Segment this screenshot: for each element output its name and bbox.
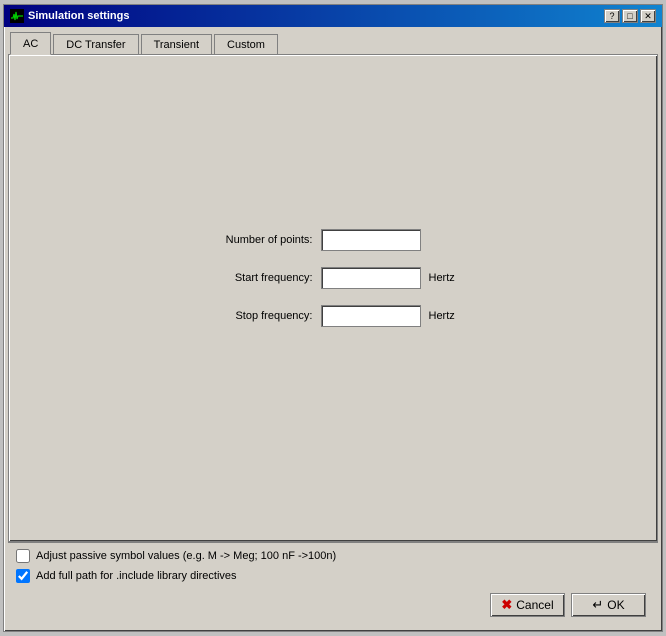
- tab-custom[interactable]: Custom: [214, 34, 278, 55]
- form-row-start-freq: Start frequency: Hertz: [203, 267, 464, 289]
- simulation-settings-window: Simulation settings ? □ ✕ AC DC Transfer…: [3, 4, 663, 632]
- ok-button[interactable]: ↵ OK: [571, 593, 646, 617]
- close-button[interactable]: ✕: [640, 9, 656, 23]
- start-freq-unit: Hertz: [429, 272, 464, 284]
- stop-freq-unit: Hertz: [429, 310, 464, 322]
- app-icon: [10, 9, 24, 23]
- button-row: ✖ Cancel ↵ OK: [16, 589, 650, 621]
- title-bar: Simulation settings ? □ ✕: [4, 5, 662, 27]
- title-bar-left: Simulation settings: [10, 9, 129, 23]
- window-content: AC DC Transfer Transient Custom Number o…: [4, 27, 662, 631]
- cancel-icon: ✖: [501, 597, 512, 613]
- tab-transient[interactable]: Transient: [141, 34, 212, 55]
- add-full-path-label: Add full path for .include library direc…: [36, 570, 237, 582]
- tab-bar: AC DC Transfer Transient Custom: [8, 31, 658, 54]
- num-points-input[interactable]: [321, 229, 421, 251]
- adjust-passive-label: Adjust passive symbol values (e.g. M -> …: [36, 550, 336, 562]
- num-points-label: Number of points:: [203, 234, 313, 246]
- stop-freq-input[interactable]: [321, 305, 421, 327]
- adjust-passive-checkbox[interactable]: [16, 549, 30, 563]
- add-full-path-checkbox[interactable]: [16, 569, 30, 583]
- help-button[interactable]: ?: [604, 9, 620, 23]
- title-bar-controls: ? □ ✕: [604, 9, 656, 23]
- tab-dc-transfer[interactable]: DC Transfer: [53, 34, 138, 55]
- ok-label: OK: [607, 598, 624, 612]
- stop-freq-label: Stop frequency:: [203, 310, 313, 322]
- start-freq-label: Start frequency:: [203, 272, 313, 284]
- form-row-stop-freq: Stop frequency: Hertz: [203, 305, 464, 327]
- form-row-num-points: Number of points:: [203, 229, 464, 251]
- bottom-section: Adjust passive symbol values (e.g. M -> …: [8, 542, 658, 627]
- tab-content-area: Number of points: Start frequency: Hertz…: [8, 54, 658, 542]
- start-freq-input[interactable]: [321, 267, 421, 289]
- checkbox-row-add-full-path: Add full path for .include library direc…: [16, 569, 650, 583]
- form-section: Number of points: Start frequency: Hertz…: [203, 229, 464, 327]
- maximize-button[interactable]: □: [622, 9, 638, 23]
- title-text: Simulation settings: [28, 10, 129, 22]
- checkbox-row-adjust-passive: Adjust passive symbol values (e.g. M -> …: [16, 549, 650, 563]
- tab-ac[interactable]: AC: [10, 32, 51, 55]
- cancel-button[interactable]: ✖ Cancel: [490, 593, 565, 617]
- ok-icon: ↵: [592, 597, 603, 613]
- cancel-label: Cancel: [516, 598, 553, 612]
